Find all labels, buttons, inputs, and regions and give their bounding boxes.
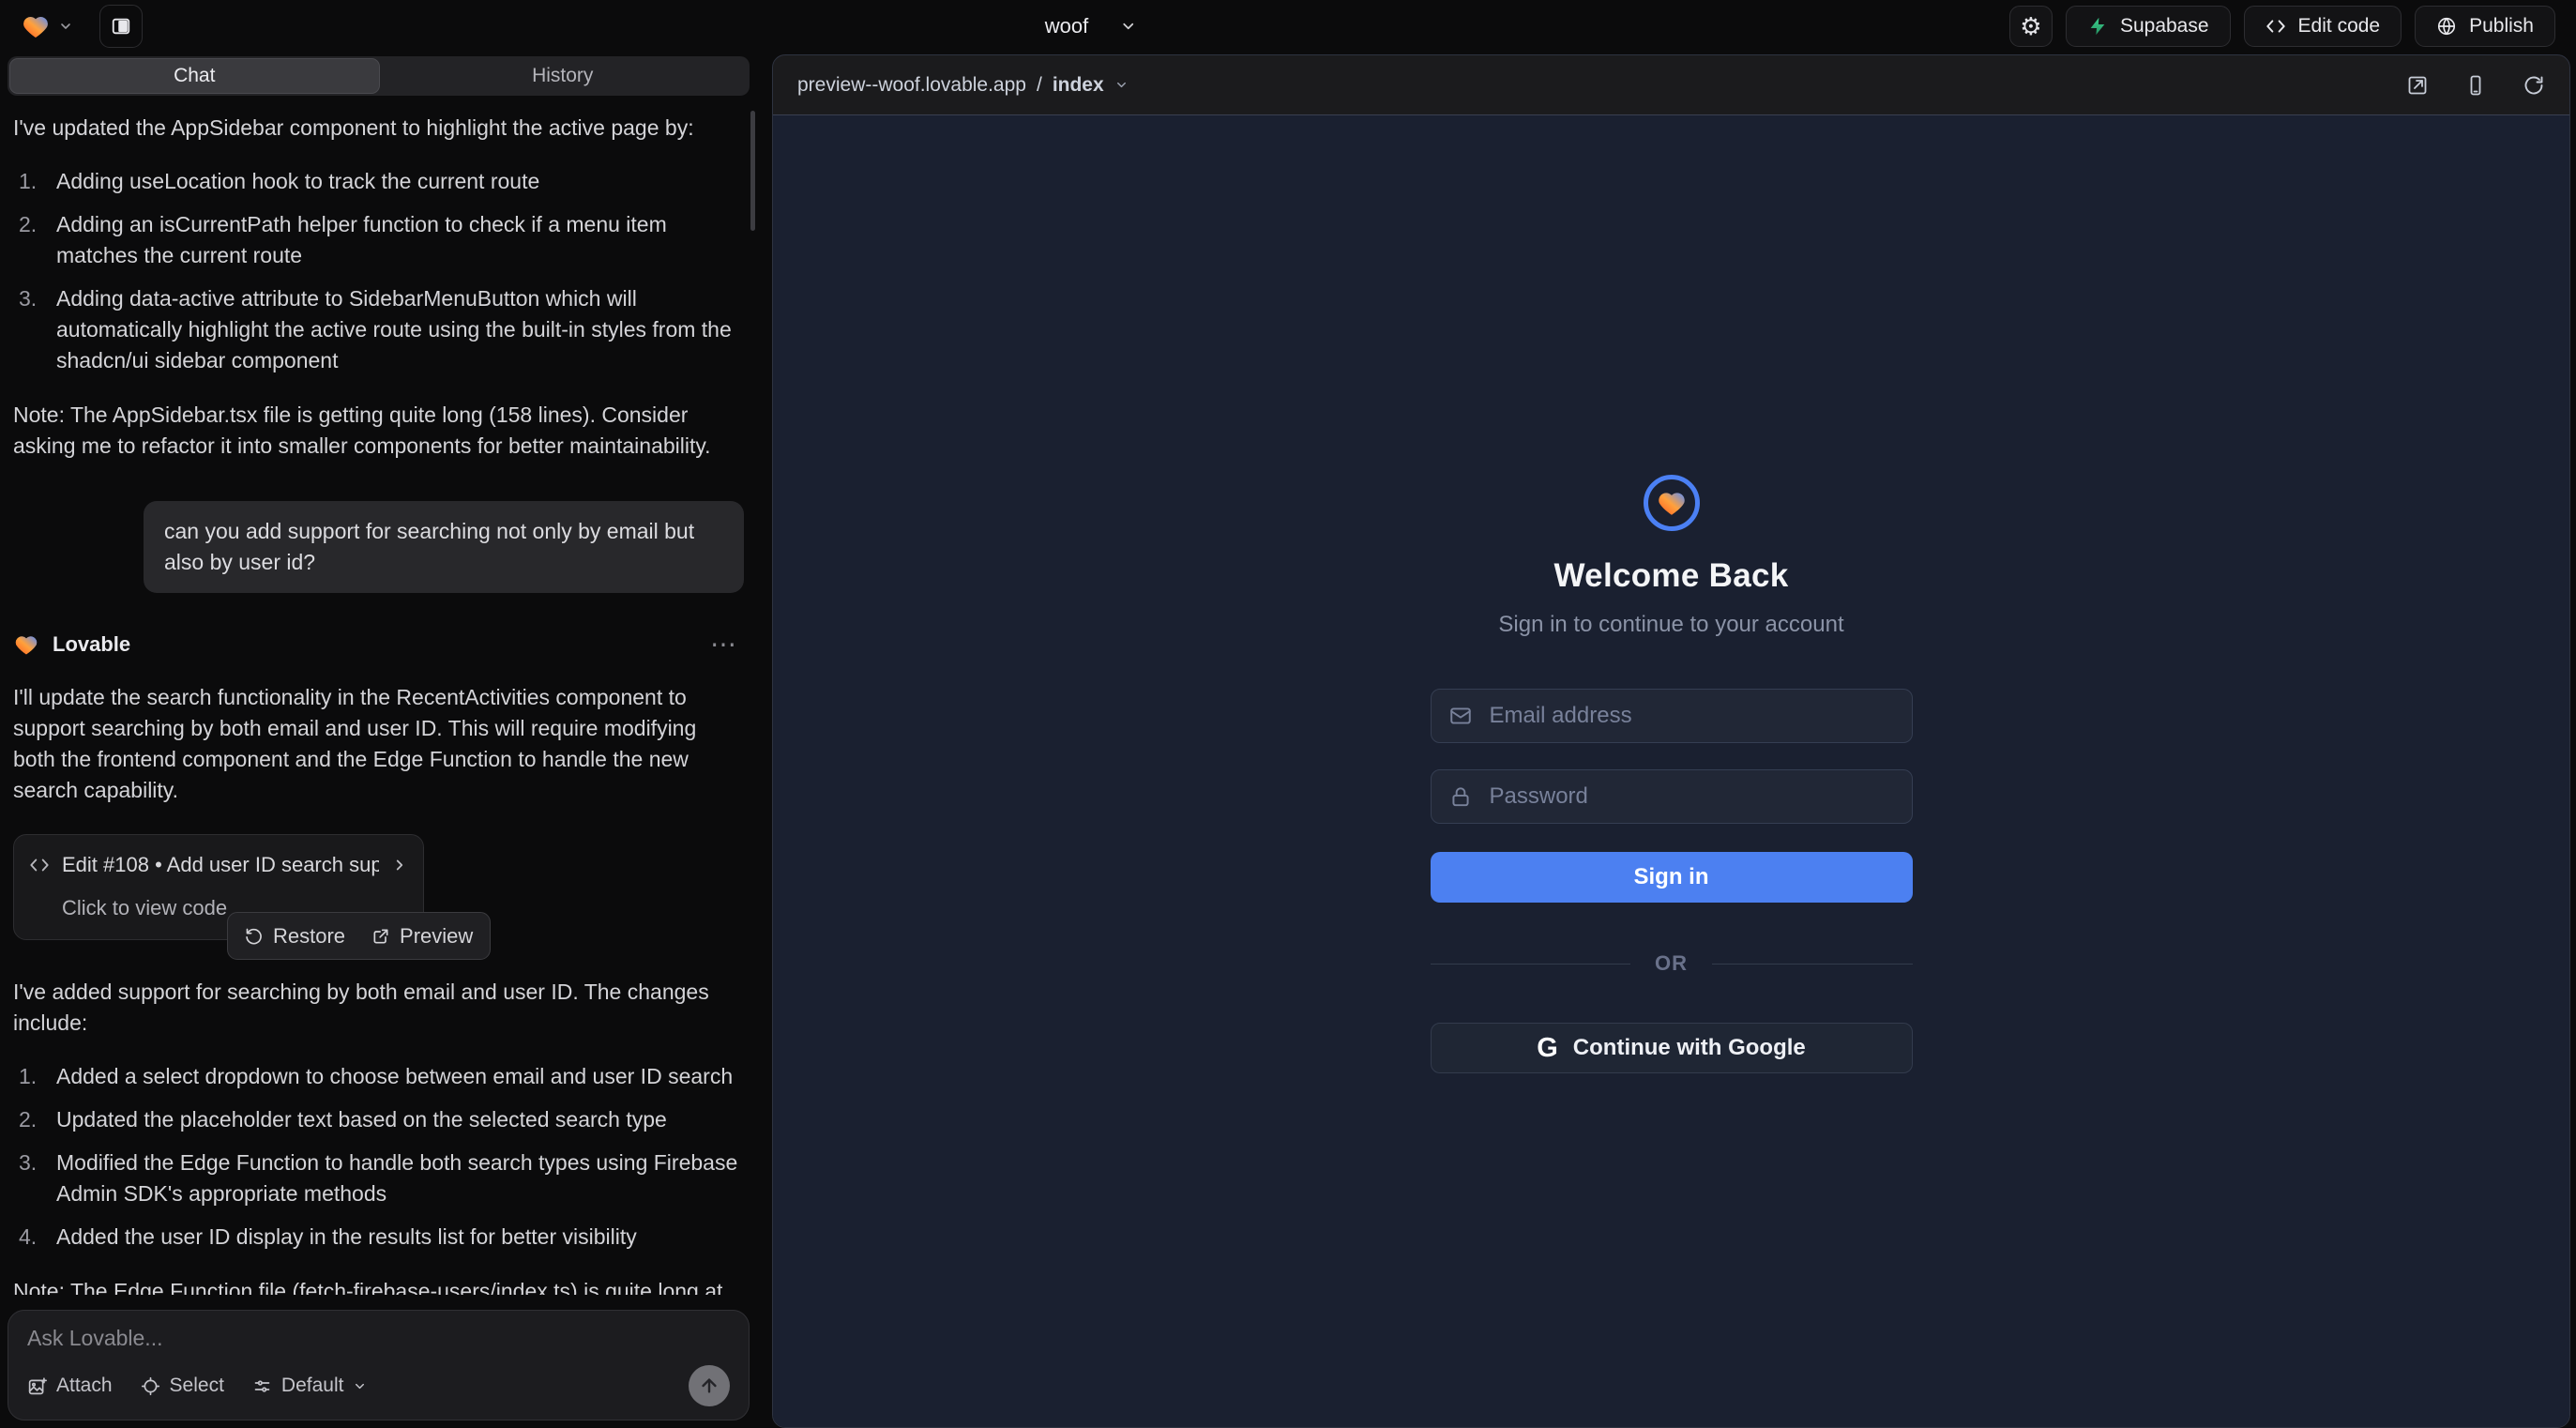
version-actions: Restore Preview (227, 912, 491, 960)
google-icon: G (1537, 1035, 1558, 1062)
preview-button[interactable]: Preview (371, 920, 473, 951)
chevron-down-icon (58, 19, 73, 34)
panel-toggle-icon (111, 16, 131, 37)
assistant-header: Lovable ⋯ (13, 629, 744, 660)
list-item: Adding data-active attribute to SidebarM… (19, 283, 744, 376)
edit-code-label: Edit code (2298, 15, 2381, 38)
send-button[interactable] (689, 1365, 730, 1406)
page-subtitle: Sign in to continue to your account (1498, 612, 1843, 638)
sliders-icon (252, 1376, 272, 1396)
path-separator: / (1037, 74, 1042, 97)
email-field[interactable] (1431, 689, 1913, 743)
mode-label: Default (281, 1375, 344, 1397)
assistant-list: Added a select dropdown to choose betwee… (19, 1061, 744, 1253)
select-label: Select (170, 1375, 224, 1397)
lovable-logo-menu[interactable] (21, 11, 73, 41)
gear-icon: ⚙ (2020, 14, 2041, 38)
page-title: Welcome Back (1553, 557, 1788, 595)
restore-label: Restore (273, 920, 345, 951)
heart-icon (1656, 487, 1688, 519)
edit-card-title: Edit #108 • Add user ID search supp... (62, 849, 379, 880)
refresh-button[interactable] (2523, 74, 2545, 97)
assistant-name: Lovable (53, 629, 130, 660)
list-item: Adding an isCurrentPath helper function … (19, 209, 744, 271)
chevron-down-icon (1114, 78, 1129, 92)
chevron-down-icon (1120, 18, 1137, 35)
edit-card-group: Edit #108 • Add user ID search supp... C… (13, 834, 454, 949)
list-item: Updated the placeholder text based on th… (19, 1104, 744, 1135)
preview-viewport: Welcome Back Sign in to continue to your… (773, 115, 2569, 1427)
list-item: Adding useLocation hook to track the cur… (19, 166, 744, 197)
attach-image-icon (27, 1376, 47, 1396)
sidebar-toggle-button[interactable] (99, 5, 143, 48)
preview-page: index (1053, 74, 1104, 97)
restore-icon (245, 927, 264, 946)
lovable-heart-icon (13, 631, 39, 658)
mode-selector[interactable]: Default (252, 1375, 368, 1397)
lovable-heart-icon (21, 11, 51, 41)
preview-label: Preview (400, 920, 473, 951)
attach-button[interactable]: Attach (27, 1375, 113, 1397)
signin-card: Welcome Back Sign in to continue to your… (1431, 475, 1913, 1073)
globe-icon (2436, 16, 2457, 37)
google-label: Continue with Google (1573, 1035, 1806, 1061)
assistant-note: Note: The Edge Function file (fetch-fire… (13, 1276, 744, 1295)
assistant-message-text: I'll update the search functionality in … (13, 682, 744, 806)
chat-history-tabs: Chat History (8, 56, 750, 96)
arrow-up-icon (699, 1375, 720, 1396)
publish-label: Publish (2469, 15, 2534, 38)
mail-icon (1448, 704, 1473, 728)
assistant-message-text: I've added support for searching by both… (13, 977, 744, 1039)
assistant-message-text: I've updated the AppSidebar component to… (13, 113, 744, 144)
tab-chat[interactable]: Chat (10, 59, 379, 93)
external-link-icon (371, 927, 390, 946)
supabase-icon (2087, 16, 2108, 37)
assistant-note: Note: The AppSidebar.tsx file is getting… (13, 400, 744, 462)
preview-header: preview--woof.lovable.app / index (773, 55, 2569, 115)
or-label: OR (1655, 951, 1688, 976)
chat-panel: Chat History I've updated the AppSidebar… (0, 53, 757, 1428)
supabase-label: Supabase (2120, 15, 2209, 38)
publish-button[interactable]: Publish (2415, 6, 2555, 47)
assistant-list: Adding useLocation hook to track the cur… (19, 166, 744, 376)
chat-composer: Attach Select Default (8, 1310, 750, 1420)
preview-url-selector[interactable]: preview--woof.lovable.app / index (797, 74, 1129, 97)
tab-history[interactable]: History (379, 59, 748, 93)
sign-in-button[interactable]: Sign in (1431, 852, 1913, 903)
lock-icon (1448, 784, 1473, 809)
open-in-new-tab-button[interactable] (2406, 74, 2429, 97)
more-options-icon[interactable]: ⋯ (710, 640, 744, 649)
google-signin-button[interactable]: G Continue with Google (1431, 1023, 1913, 1073)
chevron-down-icon (353, 1379, 367, 1393)
project-name-menu[interactable]: woof (1045, 14, 1137, 38)
preview-panel: preview--woof.lovable.app / index (772, 54, 2570, 1428)
settings-button[interactable]: ⚙ (2009, 6, 2053, 47)
list-item: Modified the Edge Function to handle bot… (19, 1147, 744, 1209)
code-icon (29, 855, 50, 875)
chat-messages: I've updated the AppSidebar component to… (0, 96, 757, 1295)
project-name: woof (1045, 14, 1088, 38)
or-divider: OR (1431, 951, 1913, 976)
password-field[interactable] (1431, 769, 1913, 824)
target-icon (141, 1376, 160, 1396)
preview-domain: preview--woof.lovable.app (797, 74, 1026, 97)
user-message-bubble: can you add support for searching not on… (144, 501, 744, 593)
chat-scrollbar-thumb[interactable] (750, 111, 755, 231)
select-button[interactable]: Select (141, 1375, 224, 1397)
chevron-right-icon (391, 857, 408, 874)
app-logo (1644, 475, 1700, 531)
code-icon (2265, 16, 2286, 37)
restore-button[interactable]: Restore (245, 920, 345, 951)
edit-code-button[interactable]: Edit code (2244, 6, 2402, 47)
chat-input[interactable] (27, 1326, 730, 1351)
list-item: Added the user ID display in the results… (19, 1222, 744, 1253)
list-item: Added a select dropdown to choose betwee… (19, 1061, 744, 1092)
attach-label: Attach (56, 1375, 113, 1397)
mobile-view-button[interactable] (2464, 74, 2487, 97)
top-bar: woof ⚙ Supabase Edit code Publish (0, 0, 2576, 53)
supabase-button[interactable]: Supabase (2066, 6, 2231, 47)
